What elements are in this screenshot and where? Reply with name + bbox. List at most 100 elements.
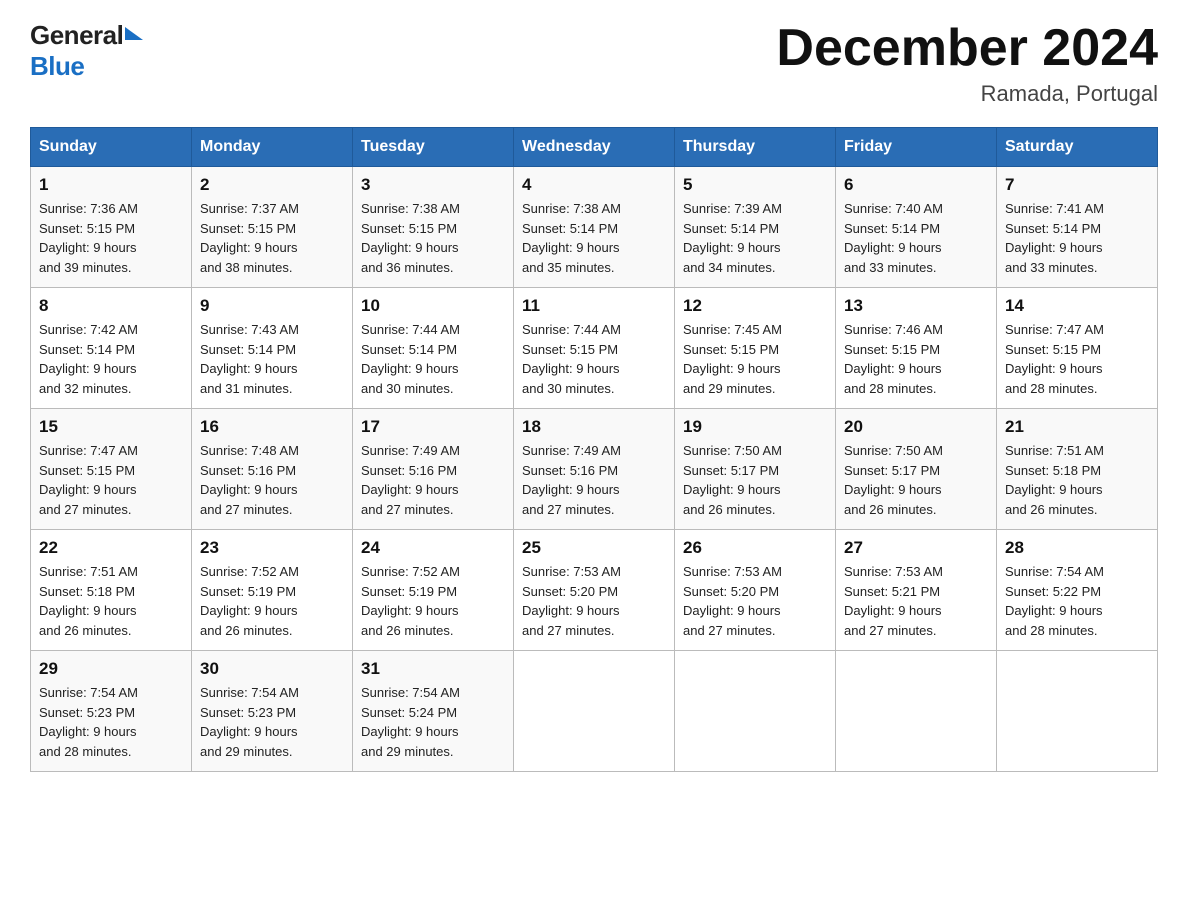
day-info: Sunrise: 7:41 AMSunset: 5:14 PMDaylight:…: [1005, 201, 1104, 275]
day-info: Sunrise: 7:53 AMSunset: 5:21 PMDaylight:…: [844, 564, 943, 638]
calendar-day-cell: 26 Sunrise: 7:53 AMSunset: 5:20 PMDaylig…: [675, 530, 836, 651]
day-number: 1: [39, 175, 183, 195]
calendar-day-cell: 17 Sunrise: 7:49 AMSunset: 5:16 PMDaylig…: [353, 409, 514, 530]
day-info: Sunrise: 7:54 AMSunset: 5:24 PMDaylight:…: [361, 685, 460, 759]
calendar-day-header: Friday: [836, 128, 997, 167]
day-number: 12: [683, 296, 827, 316]
day-info: Sunrise: 7:48 AMSunset: 5:16 PMDaylight:…: [200, 443, 299, 517]
day-number: 15: [39, 417, 183, 437]
day-info: Sunrise: 7:53 AMSunset: 5:20 PMDaylight:…: [522, 564, 621, 638]
day-info: Sunrise: 7:36 AMSunset: 5:15 PMDaylight:…: [39, 201, 138, 275]
page-header: General Blue December 2024 Ramada, Portu…: [30, 20, 1158, 107]
day-number: 23: [200, 538, 344, 558]
calendar-day-cell: 22 Sunrise: 7:51 AMSunset: 5:18 PMDaylig…: [31, 530, 192, 651]
calendar-day-cell: 8 Sunrise: 7:42 AMSunset: 5:14 PMDayligh…: [31, 288, 192, 409]
day-number: 29: [39, 659, 183, 679]
day-number: 31: [361, 659, 505, 679]
day-number: 14: [1005, 296, 1149, 316]
day-info: Sunrise: 7:46 AMSunset: 5:15 PMDaylight:…: [844, 322, 943, 396]
day-info: Sunrise: 7:43 AMSunset: 5:14 PMDaylight:…: [200, 322, 299, 396]
calendar-day-cell: 28 Sunrise: 7:54 AMSunset: 5:22 PMDaylig…: [997, 530, 1158, 651]
calendar-day-cell: 21 Sunrise: 7:51 AMSunset: 5:18 PMDaylig…: [997, 409, 1158, 530]
calendar-day-cell: 3 Sunrise: 7:38 AMSunset: 5:15 PMDayligh…: [353, 167, 514, 288]
day-number: 11: [522, 296, 666, 316]
calendar-day-cell: 11 Sunrise: 7:44 AMSunset: 5:15 PMDaylig…: [514, 288, 675, 409]
calendar-day-cell: 27 Sunrise: 7:53 AMSunset: 5:21 PMDaylig…: [836, 530, 997, 651]
calendar-day-cell: 15 Sunrise: 7:47 AMSunset: 5:15 PMDaylig…: [31, 409, 192, 530]
day-number: 9: [200, 296, 344, 316]
day-info: Sunrise: 7:53 AMSunset: 5:20 PMDaylight:…: [683, 564, 782, 638]
day-number: 10: [361, 296, 505, 316]
calendar-day-cell: 19 Sunrise: 7:50 AMSunset: 5:17 PMDaylig…: [675, 409, 836, 530]
day-info: Sunrise: 7:38 AMSunset: 5:14 PMDaylight:…: [522, 201, 621, 275]
calendar-table: SundayMondayTuesdayWednesdayThursdayFrid…: [30, 127, 1158, 772]
day-number: 30: [200, 659, 344, 679]
calendar-week-row: 15 Sunrise: 7:47 AMSunset: 5:15 PMDaylig…: [31, 409, 1158, 530]
calendar-day-cell: 5 Sunrise: 7:39 AMSunset: 5:14 PMDayligh…: [675, 167, 836, 288]
location-title: Ramada, Portugal: [776, 81, 1158, 107]
calendar-day-cell: [514, 651, 675, 772]
day-info: Sunrise: 7:54 AMSunset: 5:23 PMDaylight:…: [200, 685, 299, 759]
day-info: Sunrise: 7:44 AMSunset: 5:14 PMDaylight:…: [361, 322, 460, 396]
day-number: 5: [683, 175, 827, 195]
day-info: Sunrise: 7:44 AMSunset: 5:15 PMDaylight:…: [522, 322, 621, 396]
day-number: 4: [522, 175, 666, 195]
day-number: 21: [1005, 417, 1149, 437]
title-block: December 2024 Ramada, Portugal: [776, 20, 1158, 107]
day-info: Sunrise: 7:42 AMSunset: 5:14 PMDaylight:…: [39, 322, 138, 396]
calendar-week-row: 8 Sunrise: 7:42 AMSunset: 5:14 PMDayligh…: [31, 288, 1158, 409]
day-info: Sunrise: 7:45 AMSunset: 5:15 PMDaylight:…: [683, 322, 782, 396]
calendar-week-row: 22 Sunrise: 7:51 AMSunset: 5:18 PMDaylig…: [31, 530, 1158, 651]
day-number: 22: [39, 538, 183, 558]
logo-general-text: General: [30, 20, 123, 51]
day-info: Sunrise: 7:49 AMSunset: 5:16 PMDaylight:…: [522, 443, 621, 517]
calendar-day-cell: 7 Sunrise: 7:41 AMSunset: 5:14 PMDayligh…: [997, 167, 1158, 288]
day-number: 2: [200, 175, 344, 195]
day-number: 7: [1005, 175, 1149, 195]
calendar-day-cell: 9 Sunrise: 7:43 AMSunset: 5:14 PMDayligh…: [192, 288, 353, 409]
day-number: 20: [844, 417, 988, 437]
day-number: 6: [844, 175, 988, 195]
calendar-day-header: Monday: [192, 128, 353, 167]
day-info: Sunrise: 7:47 AMSunset: 5:15 PMDaylight:…: [1005, 322, 1104, 396]
calendar-week-row: 1 Sunrise: 7:36 AMSunset: 5:15 PMDayligh…: [31, 167, 1158, 288]
day-number: 24: [361, 538, 505, 558]
day-number: 17: [361, 417, 505, 437]
calendar-day-cell: 30 Sunrise: 7:54 AMSunset: 5:23 PMDaylig…: [192, 651, 353, 772]
day-number: 19: [683, 417, 827, 437]
calendar-day-cell: [836, 651, 997, 772]
day-number: 27: [844, 538, 988, 558]
day-number: 13: [844, 296, 988, 316]
day-info: Sunrise: 7:54 AMSunset: 5:22 PMDaylight:…: [1005, 564, 1104, 638]
calendar-week-row: 29 Sunrise: 7:54 AMSunset: 5:23 PMDaylig…: [31, 651, 1158, 772]
calendar-day-cell: [675, 651, 836, 772]
day-info: Sunrise: 7:38 AMSunset: 5:15 PMDaylight:…: [361, 201, 460, 275]
day-number: 26: [683, 538, 827, 558]
calendar-day-cell: 24 Sunrise: 7:52 AMSunset: 5:19 PMDaylig…: [353, 530, 514, 651]
day-info: Sunrise: 7:50 AMSunset: 5:17 PMDaylight:…: [844, 443, 943, 517]
calendar-day-cell: 18 Sunrise: 7:49 AMSunset: 5:16 PMDaylig…: [514, 409, 675, 530]
day-number: 18: [522, 417, 666, 437]
calendar-day-cell: 16 Sunrise: 7:48 AMSunset: 5:16 PMDaylig…: [192, 409, 353, 530]
calendar-day-cell: 20 Sunrise: 7:50 AMSunset: 5:17 PMDaylig…: [836, 409, 997, 530]
day-info: Sunrise: 7:39 AMSunset: 5:14 PMDaylight:…: [683, 201, 782, 275]
calendar-day-cell: 29 Sunrise: 7:54 AMSunset: 5:23 PMDaylig…: [31, 651, 192, 772]
day-info: Sunrise: 7:50 AMSunset: 5:17 PMDaylight:…: [683, 443, 782, 517]
calendar-day-header: Sunday: [31, 128, 192, 167]
calendar-day-header: Wednesday: [514, 128, 675, 167]
day-info: Sunrise: 7:40 AMSunset: 5:14 PMDaylight:…: [844, 201, 943, 275]
day-number: 3: [361, 175, 505, 195]
logo-blue-text: Blue: [30, 51, 84, 82]
calendar-day-header: Thursday: [675, 128, 836, 167]
calendar-day-cell: 6 Sunrise: 7:40 AMSunset: 5:14 PMDayligh…: [836, 167, 997, 288]
day-info: Sunrise: 7:47 AMSunset: 5:15 PMDaylight:…: [39, 443, 138, 517]
logo: General Blue: [30, 20, 143, 82]
day-info: Sunrise: 7:51 AMSunset: 5:18 PMDaylight:…: [1005, 443, 1104, 517]
calendar-day-cell: 23 Sunrise: 7:52 AMSunset: 5:19 PMDaylig…: [192, 530, 353, 651]
day-number: 25: [522, 538, 666, 558]
calendar-day-cell: 2 Sunrise: 7:37 AMSunset: 5:15 PMDayligh…: [192, 167, 353, 288]
day-info: Sunrise: 7:51 AMSunset: 5:18 PMDaylight:…: [39, 564, 138, 638]
calendar-day-cell: 1 Sunrise: 7:36 AMSunset: 5:15 PMDayligh…: [31, 167, 192, 288]
calendar-day-cell: 10 Sunrise: 7:44 AMSunset: 5:14 PMDaylig…: [353, 288, 514, 409]
day-number: 28: [1005, 538, 1149, 558]
